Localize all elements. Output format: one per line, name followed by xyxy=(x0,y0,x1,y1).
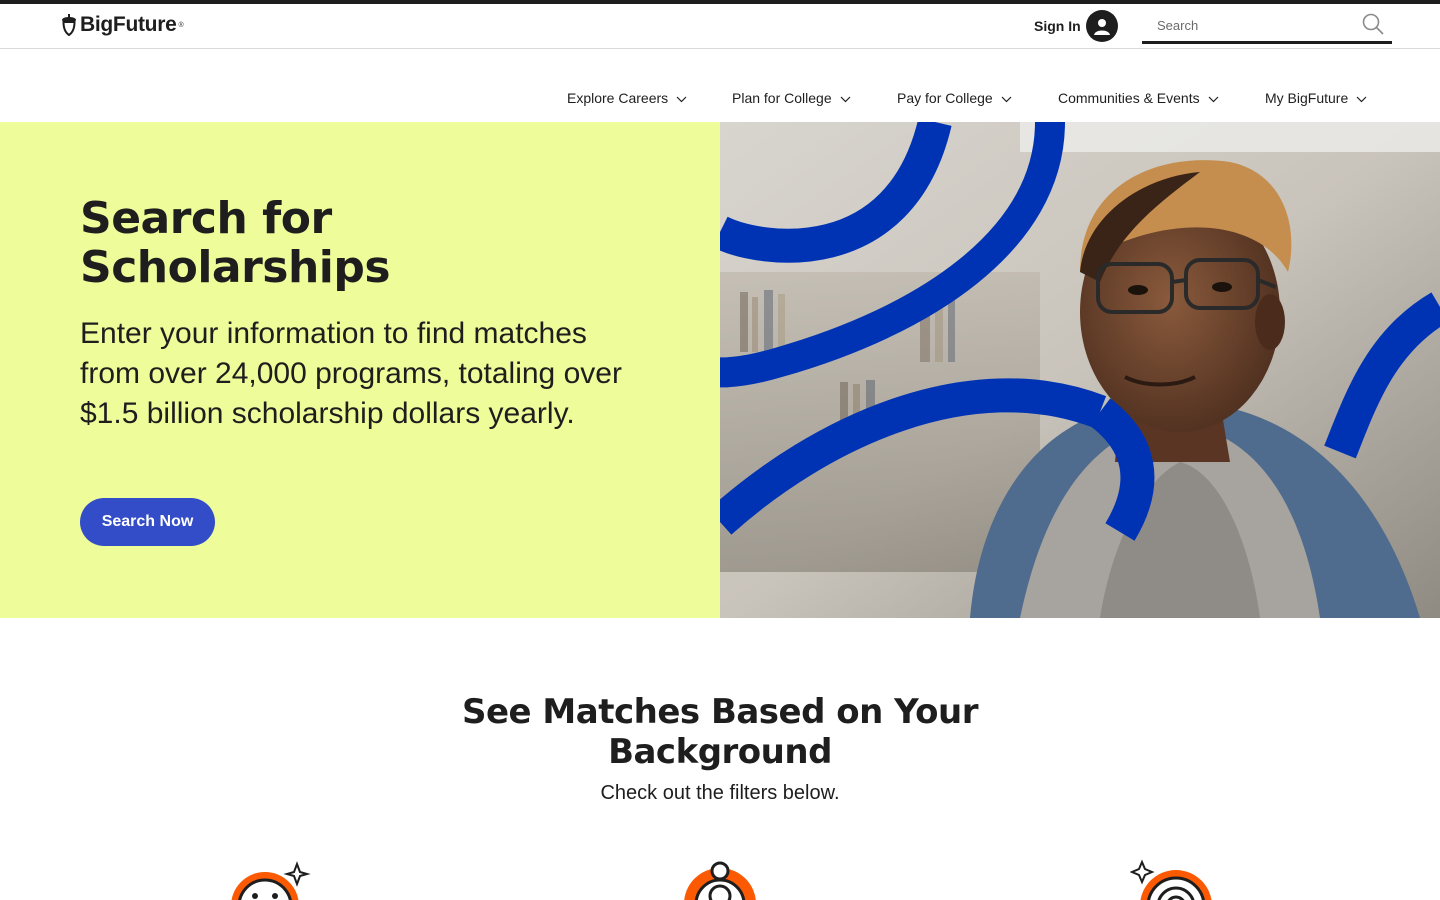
nav-item-label: Pay for College xyxy=(897,90,993,106)
search-box xyxy=(1142,10,1392,44)
nav-item-label: My BigFuture xyxy=(1265,90,1349,106)
hero-image xyxy=(720,122,1440,618)
nav-my-bigfuture[interactable]: My BigFuture xyxy=(1265,90,1367,106)
acorn-logo-icon xyxy=(62,14,76,36)
hero-description: Enter your information to find matches f… xyxy=(80,317,622,430)
search-now-button[interactable]: Search Now xyxy=(80,498,215,546)
hero-panel: Search for Scholarships Enter your infor… xyxy=(0,122,720,618)
nav-item-label: Explore Careers xyxy=(567,90,669,106)
site-header: BigFuture ® Sign In xyxy=(0,4,1440,49)
nav-plan-for-college[interactable]: Plan for College xyxy=(732,90,851,106)
search-button[interactable] xyxy=(1360,12,1386,38)
nav-item-label: Plan for College xyxy=(732,90,832,106)
nav-item-label: Communities & Events xyxy=(1058,90,1200,106)
nav-explore-careers[interactable]: Explore Careers xyxy=(567,90,687,106)
section-title: See Matches Based on Your Background xyxy=(461,692,979,772)
badge-sparkle-icon[interactable] xyxy=(1130,858,1220,900)
bigfuture-logo[interactable]: BigFuture ® xyxy=(60,13,184,37)
chevron-down-icon xyxy=(1208,96,1219,103)
sign-in-link[interactable]: Sign In xyxy=(1034,18,1081,34)
logo-text: BigFuture xyxy=(80,13,177,36)
search-icon xyxy=(1362,13,1384,35)
chevron-down-icon xyxy=(840,96,851,103)
section-subtitle: Check out the filters below. xyxy=(600,782,840,804)
smiley-sparkle-icon[interactable] xyxy=(225,858,315,900)
user-icon[interactable] xyxy=(1086,10,1118,42)
nav-pay-for-college[interactable]: Pay for College xyxy=(897,90,1012,106)
nav-communities-events[interactable]: Communities & Events xyxy=(1058,90,1219,106)
student-photo-illustration xyxy=(720,122,1440,618)
chevron-down-icon xyxy=(1356,96,1367,103)
hero-title: Search for Scholarships xyxy=(80,193,391,293)
hero-section: Search for Scholarships Enter your infor… xyxy=(0,122,1440,618)
person-ring-icon[interactable] xyxy=(675,858,765,900)
logo-registered-mark: ® xyxy=(178,21,184,29)
chevron-down-icon xyxy=(676,96,687,103)
chevron-down-icon xyxy=(1001,96,1012,103)
main-nav: Explore Careers Plan for College Pay for… xyxy=(0,90,1440,116)
search-input[interactable] xyxy=(1142,10,1352,40)
